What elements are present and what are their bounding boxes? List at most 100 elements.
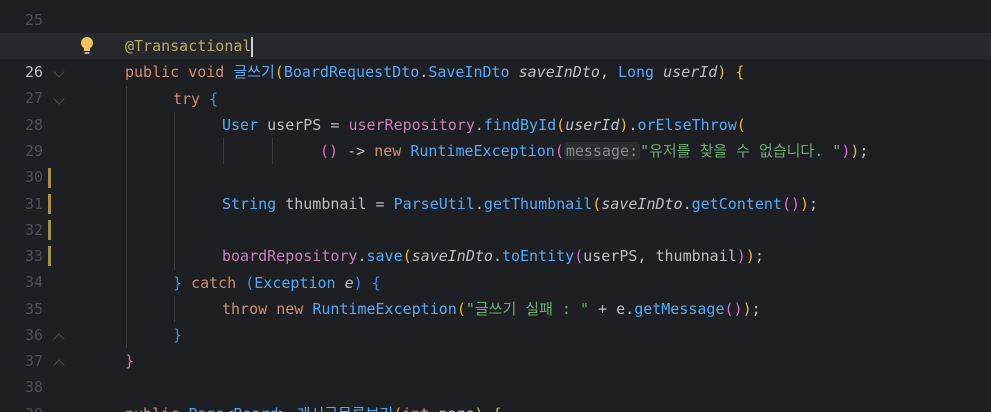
code-line-25-content	[0, 0, 991, 13]
code-token: page	[429, 405, 474, 412]
code-token: (	[736, 116, 746, 134]
code-line-34[interactable]: 34 boardRepository.save(saveInDto.toEnti…	[0, 243, 991, 291]
code-token: .	[492, 247, 502, 265]
code-token: SaveInDto	[428, 63, 510, 81]
code-token: getContent	[691, 195, 782, 213]
code-content: boardRepository.save(saveInDto.toEntity(…	[222, 243, 764, 269]
code-token: userId	[565, 116, 620, 134]
code-token: )	[800, 195, 810, 213]
code-line-31[interactable]: 31	[0, 165, 991, 213]
code-token: ()	[781, 195, 800, 213]
indent-guide	[272, 138, 273, 164]
code-token: userId	[663, 63, 718, 81]
code-token: userPS, thumbnail	[583, 247, 737, 265]
code-token: boardRepository	[222, 247, 358, 265]
code-line-28[interactable]: 28 try {	[0, 86, 991, 134]
code-content: } catch (Exception e) {	[173, 270, 381, 296]
lightbulb-icon[interactable]	[80, 36, 94, 56]
code-token: userRepository	[348, 116, 475, 134]
code-token: ->	[338, 142, 375, 160]
code-token: String	[222, 195, 277, 213]
code-token: )	[742, 300, 752, 318]
fold-chevron-up-icon[interactable]	[53, 359, 65, 371]
code-token: .	[357, 247, 367, 265]
code-token: .	[474, 116, 484, 134]
code-line-36[interactable]: 36 throw new RuntimeException("글쓰기 실패 : …	[0, 296, 991, 344]
code-token: Page	[188, 405, 224, 412]
code-content: User userPS = userRepository.findById(us…	[222, 112, 746, 138]
code-token: (	[554, 142, 564, 160]
code-token: ;	[751, 300, 761, 318]
code-token: )	[736, 247, 746, 265]
code-token: saveInDto	[518, 63, 600, 81]
vcs-change-marker[interactable]	[48, 220, 51, 240]
code-token: findById	[483, 116, 557, 134]
code-token: save	[366, 247, 403, 265]
code-content: public void 글쓰기(BoardRequestDto.SaveInDt…	[125, 59, 744, 85]
fold-chevron-down-icon[interactable]	[53, 93, 65, 105]
code-token: 글쓰기	[233, 63, 275, 81]
indent-guide	[223, 138, 224, 164]
code-line-30[interactable]: 30 () -> new RuntimeException(message: "유…	[0, 138, 991, 186]
code-token: message:	[563, 142, 641, 160]
code-line-37[interactable]: 37 }	[0, 322, 991, 370]
code-token: {	[493, 405, 502, 412]
code-content: throw new RuntimeException("글쓰기 실패 : " +…	[222, 296, 761, 322]
code-line-32[interactable]: 32 String thumbnail = ParseUtil.getThumb…	[0, 191, 991, 239]
code-token: )	[841, 142, 851, 160]
code-line-29[interactable]: 29 User userPS = userRepository.findById…	[0, 112, 991, 160]
code-token: Exception	[254, 274, 336, 292]
code-token: "유저를 찾을 수 없습니다. "	[640, 142, 842, 160]
code-editor[interactable]: 25 26 @Transactional 27 public void 글쓰기(…	[0, 0, 991, 412]
code-token: throw	[222, 300, 268, 318]
code-token: saveInDto	[411, 247, 493, 265]
code-token: ,	[599, 63, 618, 81]
code-token: Board	[233, 405, 278, 412]
code-line-38[interactable]: 38 }	[0, 348, 991, 396]
code-token: saveInDto	[601, 195, 683, 213]
code-line-35[interactable]: 35 } catch (Exception e) {	[0, 270, 991, 318]
code-token: }	[125, 352, 135, 370]
code-token: int	[402, 405, 429, 412]
code-line-27[interactable]: 27 public void 글쓰기(BoardRequestDto.SaveI…	[0, 59, 991, 107]
code-token: 게시글목록보기	[297, 405, 394, 412]
indent-guide	[174, 296, 175, 322]
code-token: Long	[617, 63, 655, 81]
code-line-26[interactable]: 26 @Transactional	[0, 33, 991, 81]
code-token: e	[344, 274, 354, 292]
fold-chevron-down-icon[interactable]	[53, 66, 65, 78]
vcs-change-marker[interactable]	[48, 246, 51, 266]
code-token: .	[682, 195, 692, 213]
code-token: getThumbnail	[483, 195, 593, 213]
code-line-40[interactable]: public Page<Board> 게시글목록보기(int page) {	[0, 401, 991, 412]
code-token: {	[371, 274, 381, 292]
fold-chevron-up-icon[interactable]	[53, 333, 65, 345]
code-line-39[interactable]: 39	[0, 375, 991, 412]
code-content: }	[125, 348, 134, 374]
code-token: try	[173, 90, 201, 108]
code-line-33[interactable]: 33	[0, 217, 991, 265]
code-token: (	[245, 274, 255, 292]
code-token: (	[274, 63, 284, 81]
code-token: orElseThrow	[637, 116, 737, 134]
code-token: public	[125, 63, 180, 81]
vcs-change-marker[interactable]	[48, 168, 51, 188]
vcs-change-marker[interactable]	[48, 194, 51, 214]
code-content: String thumbnail = ParseUtil.getThumbnai…	[222, 191, 818, 217]
code-token: {	[735, 63, 745, 81]
code-token: ()	[724, 300, 743, 318]
code-token: User	[222, 116, 259, 134]
code-token: BoardRequestDto	[283, 63, 420, 81]
